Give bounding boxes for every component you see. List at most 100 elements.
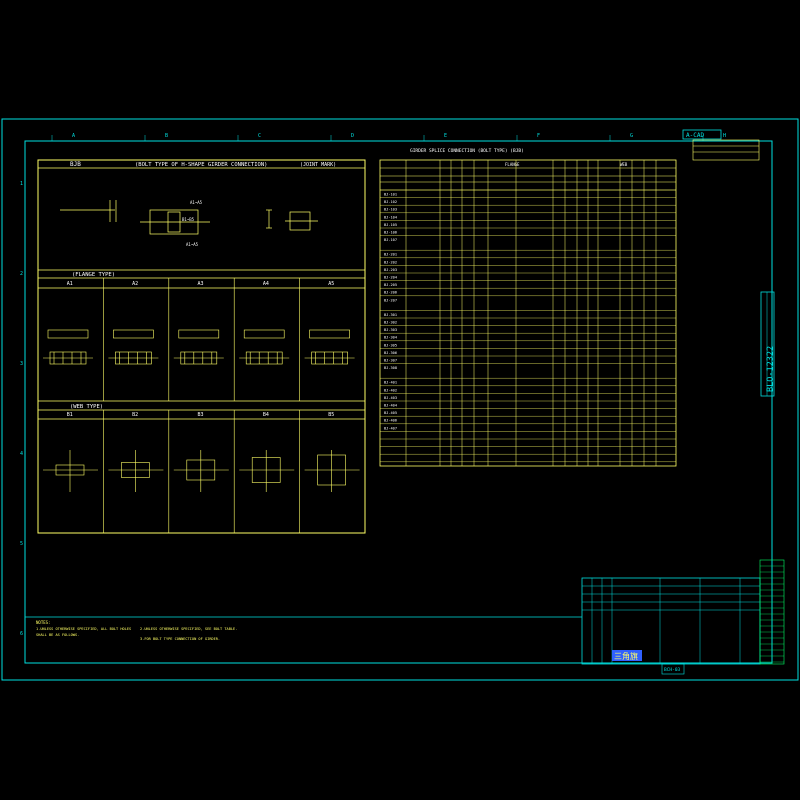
flange-col-label: A4 xyxy=(263,281,269,287)
table-cell-mark: BJ-202 xyxy=(384,260,397,264)
flange-plate xyxy=(47,329,89,339)
flange-col-label: A5 xyxy=(328,281,334,287)
table-group-web: WEB xyxy=(620,162,628,167)
flange-detail xyxy=(239,329,290,365)
table-cell-mark: BJ-406 xyxy=(384,419,397,423)
table-cell-mark: BJ-101 xyxy=(384,193,397,197)
drawing-number: BLO-12322 xyxy=(766,346,776,392)
notes-heading: NOTES: xyxy=(36,620,50,625)
callout-1: A1~A5 xyxy=(190,200,203,205)
table-cell-mark: BJ-405 xyxy=(384,411,397,415)
col-label: H xyxy=(723,133,726,139)
row-label: 5 xyxy=(20,541,23,547)
cad-canvas: A B C D E F G H 1 2 3 4 5 6 BJB (BOLT TYPE OF H-SHAP… xyxy=(1,118,799,681)
row-label: 2 xyxy=(20,271,23,277)
notes-line-1: 1.UNLESS OTHERWISE SPECIFIED, ALL BOLT H… xyxy=(36,627,131,631)
flange-columns: A1 A2 A3 A4 A5 xyxy=(43,278,355,401)
table-cell-mark: BJ-106 xyxy=(384,231,397,235)
table-cell-mark: BJ-205 xyxy=(384,283,397,287)
table-cell-mark: BJ-105 xyxy=(384,223,397,227)
table-cell-mark: BJ-302 xyxy=(384,321,397,325)
table-cell-mark: BJ-307 xyxy=(384,359,397,363)
table-cell-mark: BJ-104 xyxy=(384,215,397,219)
header-title: (BOLT TYPE OF H-SHAPE GIRDER CONNECTION) xyxy=(135,162,267,168)
table-cell-mark: BJ-207 xyxy=(384,298,397,302)
web-col-label: B2 xyxy=(132,412,138,418)
table-cell-mark: BJ-403 xyxy=(384,396,397,400)
notes-line-3: 2.UNLESS OTHERWISE SPECIFIED, SEE BOLT T… xyxy=(140,627,237,631)
col-label: C xyxy=(258,133,261,139)
title-block-grid xyxy=(582,559,785,665)
flange-plate xyxy=(309,329,350,339)
table-cell-mark: BJ-305 xyxy=(384,343,397,347)
table-cell-mark: BJ-308 xyxy=(384,366,397,370)
outer-frame xyxy=(1,118,799,681)
notes-line-4: 3.FOR BOLT TYPE CONNECTION OF GIRDER. xyxy=(140,637,220,641)
side-drawing-number: BLO-12322 xyxy=(760,291,776,397)
col-label: A xyxy=(72,133,75,139)
web-detail xyxy=(43,450,98,492)
table-cell-mark: BJ-401 xyxy=(384,381,397,385)
flange-detail xyxy=(108,329,159,365)
table-cell-mark: BJ-407 xyxy=(384,426,397,430)
border-column-labels: A B C D E F G H xyxy=(51,133,726,141)
callout-2: B1~B5 xyxy=(182,217,195,222)
col-label: D xyxy=(351,133,354,139)
table-cell-mark: BJ-107 xyxy=(384,238,397,242)
notes-line-2: SHALL BE AS FOLLOWS. xyxy=(36,633,79,637)
row-label: 4 xyxy=(20,451,23,457)
table-cell-mark: BJ-102 xyxy=(384,200,397,204)
flange-col-label: A3 xyxy=(198,281,204,287)
table-cell-mark: BJ-206 xyxy=(384,291,397,295)
table-cell-mark: BJ-304 xyxy=(384,336,397,340)
web-type-title: (WEB TYPE) xyxy=(70,404,103,410)
col-label: B xyxy=(165,133,168,139)
flange-type-title: (FLANGE TYPE) xyxy=(72,272,115,278)
callout-3: A1~A5 xyxy=(186,242,199,247)
table-grid xyxy=(380,160,676,466)
web-col-label: B1 xyxy=(67,412,73,418)
flange-col-label: A2 xyxy=(132,281,138,287)
row-label: 6 xyxy=(20,631,23,637)
logo-text: 三角旗 xyxy=(614,651,638,661)
web-detail xyxy=(173,450,229,492)
table-cell-mark: BJ-404 xyxy=(384,404,397,408)
header-mark: (JOINT MARK) xyxy=(300,162,336,168)
flange-detail xyxy=(43,329,93,365)
col-label: F xyxy=(537,133,540,139)
table-cell-mark: BJ-306 xyxy=(384,351,397,355)
cad-drawing-sheet: A B C D E F G H 1 2 3 4 5 6 BJB (BOLT TYPE OF H-SHAP… xyxy=(0,0,800,800)
notes: NOTES: 1.UNLESS OTHERWISE SPECIFIED, ALL… xyxy=(25,616,582,641)
web-detail xyxy=(108,450,164,492)
web-detail xyxy=(304,450,360,492)
table-cell-mark: BJ-103 xyxy=(384,208,397,212)
web-col-label: B4 xyxy=(263,412,269,418)
web-columns: B1 B2 B3 B4 B5 xyxy=(43,410,360,533)
top-label: A-CAD xyxy=(686,132,704,139)
flange-plate xyxy=(178,329,220,339)
border-row-labels: 1 2 3 4 5 6 xyxy=(20,181,23,637)
bolt-table: GIRDER SPLICE CONNECTION (BOLT TYPE) (BJ… xyxy=(379,148,677,467)
title-block-top: A-CAD xyxy=(682,129,760,161)
title-block-bottom: 三角旗 BCH-03 xyxy=(581,559,785,675)
web-detail xyxy=(239,450,295,492)
col-label: E xyxy=(444,133,447,139)
table-cell-mark: BJ-303 xyxy=(384,328,397,332)
flange-plate xyxy=(113,329,154,339)
table-title: GIRDER SPLICE CONNECTION (BOLT TYPE) (BJ… xyxy=(410,148,524,154)
table-cell-mark: BJ-203 xyxy=(384,268,397,272)
table-cell-mark: BJ-204 xyxy=(384,276,397,280)
flange-detail xyxy=(173,329,224,365)
table-cell-mark: BJ-301 xyxy=(384,313,397,317)
table-group-flange: FLANGE xyxy=(505,162,520,167)
table-cell-mark: BJ-402 xyxy=(384,388,397,392)
flange-col-label: A1 xyxy=(67,281,73,287)
web-col-label: B5 xyxy=(328,412,334,418)
left-detail-panel: BJB (BOLT TYPE OF H-SHAPE GIRDER CONNECT… xyxy=(37,159,366,534)
table-rows: BJ-101 BJ-102 BJ-103 BJ-104 BJ-105 BJ-106 BJ-1… xyxy=(380,189,676,462)
sheet-code: BCH-03 xyxy=(664,667,681,673)
table-cell-mark: BJ-201 xyxy=(384,253,397,257)
flange-detail xyxy=(304,329,355,365)
row-label: 3 xyxy=(20,361,23,367)
row-label: 1 xyxy=(20,181,23,187)
